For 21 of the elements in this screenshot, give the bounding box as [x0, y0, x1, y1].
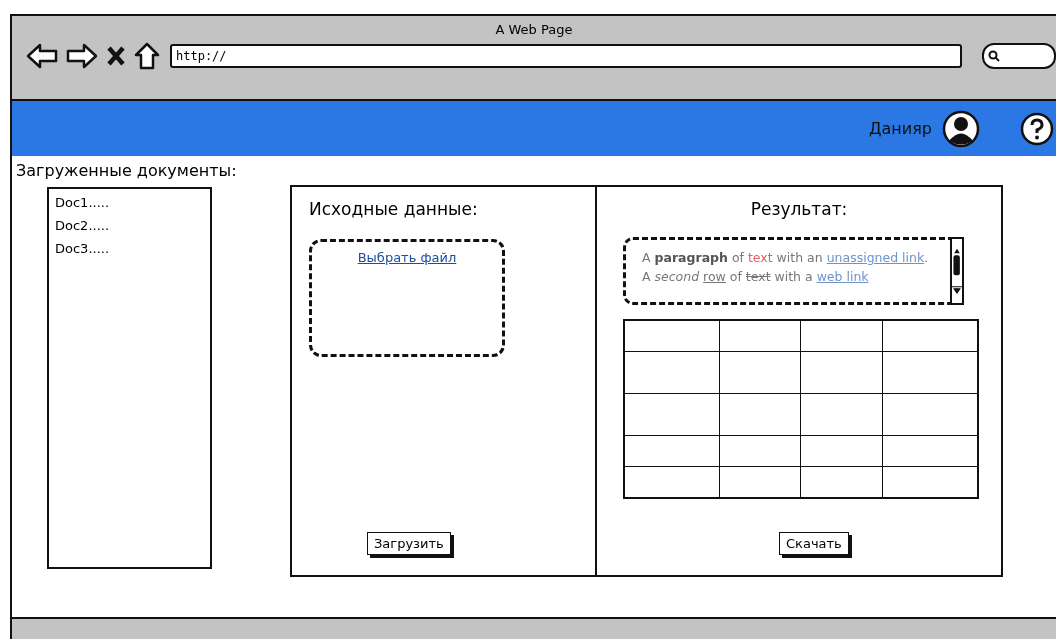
address-field[interactable]: http://	[170, 44, 962, 68]
forward-icon[interactable]	[66, 43, 98, 69]
back-icon[interactable]	[26, 43, 58, 69]
document-item[interactable]: Doc1.....	[55, 193, 110, 212]
document-item[interactable]: Doc2.....	[55, 216, 110, 235]
user-name: Данияр	[869, 119, 932, 138]
close-icon[interactable]	[106, 45, 126, 67]
scrollbar-drawing[interactable]	[950, 237, 964, 305]
file-drop-area[interactable]: Выбрать файл	[309, 239, 505, 357]
upload-button[interactable]: Загрузить	[367, 532, 451, 555]
window-title: A Web Page	[494, 21, 574, 39]
choose-file-link[interactable]: Выбрать файл	[357, 250, 457, 265]
document-item[interactable]: Doc3.....	[55, 239, 110, 258]
download-button[interactable]: Скачать	[779, 532, 849, 555]
section-title: Загруженные документы:	[16, 161, 237, 180]
search-icon	[988, 50, 1000, 62]
panel-title: Результат:	[750, 199, 848, 219]
panel-title: Исходные данные:	[309, 199, 479, 219]
search-field[interactable]	[982, 43, 1056, 69]
help-icon[interactable]	[1020, 111, 1054, 146]
avatar-icon[interactable]	[942, 109, 980, 148]
